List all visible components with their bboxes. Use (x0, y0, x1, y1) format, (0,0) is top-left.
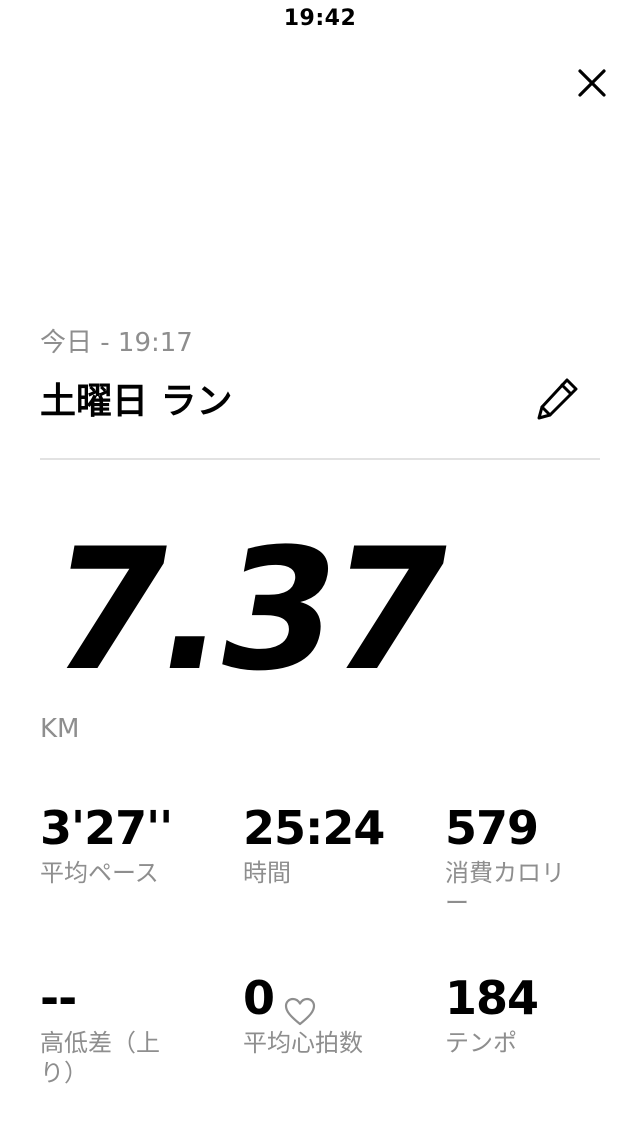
divider (40, 458, 600, 460)
stat-value: 184 (445, 971, 539, 1025)
stat-elevation: -- 高低差（上り） (40, 970, 190, 1088)
stat-label: 平均ペース (40, 859, 159, 887)
close-icon (578, 69, 606, 97)
stat-value: -- (40, 971, 77, 1025)
stat-label: 平均心拍数 (243, 1029, 363, 1057)
stat-label: テンポ (445, 1029, 517, 1057)
stat-label: 時間 (243, 859, 291, 887)
distance-value: 7.37 (34, 512, 460, 708)
distance-unit: KM (40, 714, 80, 744)
stat-calories: 579 消費カロリー (445, 800, 585, 918)
stat-value: 579 (445, 801, 539, 855)
activity-date: 今日 - 19:17 (40, 328, 193, 358)
edit-button[interactable] (532, 372, 584, 424)
status-time: 19:42 (283, 6, 357, 31)
stat-label: 高低差（上り） (40, 1029, 160, 1087)
stat-value: 25:24 (243, 801, 385, 855)
heart-icon (284, 983, 316, 1026)
stat-avg-pace: 3'27'' 平均ペース (40, 800, 220, 888)
stat-label: 消費カロリー (445, 859, 565, 917)
stat-heart-rate: 0 平均心拍数 (243, 970, 423, 1058)
stat-value: 3'27'' (40, 801, 173, 855)
stat-value: 0 (243, 971, 275, 1025)
close-button[interactable] (568, 62, 616, 106)
status-bar: 19:42 (0, 0, 640, 40)
stat-cadence: 184 テンポ (445, 970, 625, 1058)
stat-duration: 25:24 時間 (243, 800, 423, 888)
activity-title[interactable]: 土曜日 ラン (40, 372, 233, 424)
pencil-icon (537, 378, 578, 420)
